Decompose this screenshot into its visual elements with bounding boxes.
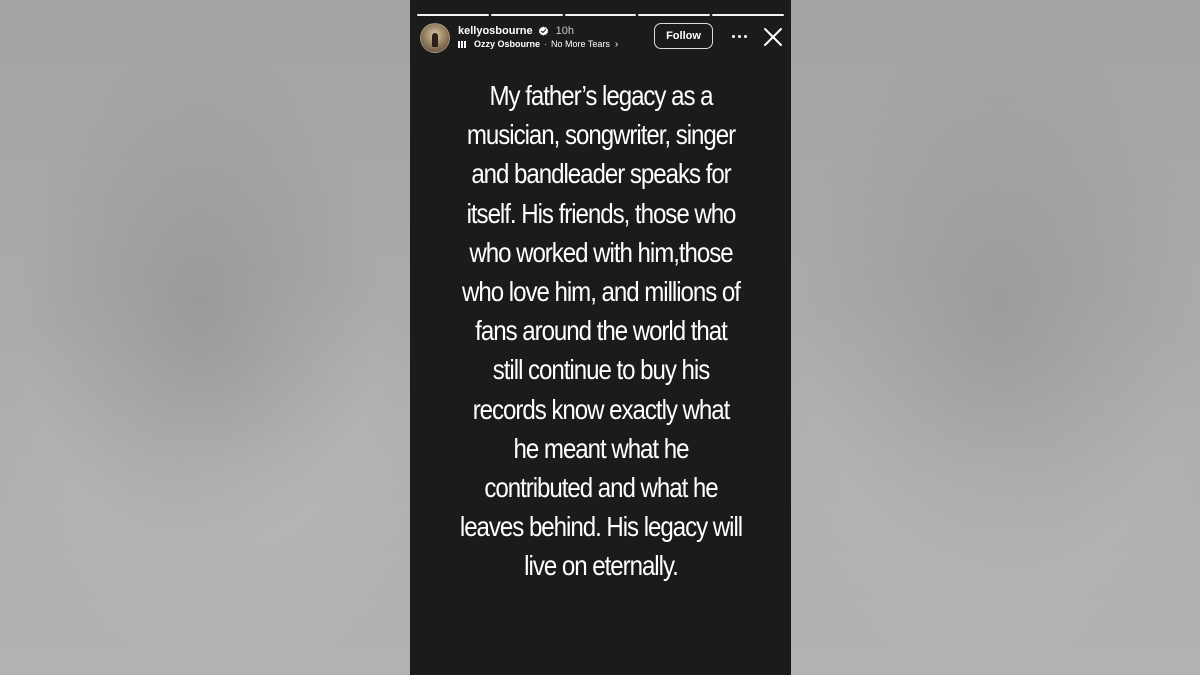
- avatar[interactable]: [420, 23, 450, 53]
- music-artist: Ozzy Osbourne: [474, 39, 541, 49]
- story-text-line: he meant what he: [513, 432, 690, 464]
- progress-segment: [490, 14, 563, 16]
- progress-segment: [417, 14, 489, 16]
- story-text-line: and bandleader speaks for: [471, 158, 731, 190]
- music-song-title: No More Tears: [551, 39, 610, 49]
- chevron-right-icon: ›: [614, 38, 619, 50]
- story-text-line: musician, songwriter, singer: [466, 119, 736, 151]
- progress-segment-current: [712, 14, 784, 16]
- story-text: My father’s legacy as a musician, songwr…: [449, 76, 753, 586]
- story-text-line: My father’s legacy as a: [489, 80, 714, 111]
- story-text-line: who love him, and millions of: [462, 276, 741, 308]
- timestamp: 10h: [555, 25, 574, 37]
- music-sticker[interactable]: Ozzy Osbourne · No More Tears ›: [458, 38, 618, 50]
- story-viewer[interactable]: kellyosbourne 10h Ozzy Osbourne · No Mor…: [410, 0, 791, 675]
- story-progress-bar: [417, 14, 784, 16]
- music-separator: ·: [544, 39, 548, 49]
- story-text-line: fans around the world that: [475, 315, 728, 347]
- close-icon[interactable]: [762, 26, 784, 48]
- story-text-line: leaves behind. His legacy will: [459, 511, 743, 543]
- story-text-line: records know exactly what: [472, 393, 731, 425]
- verified-badge-icon: [538, 25, 548, 36]
- story-text-line: who worked with him,those: [469, 236, 733, 268]
- story-text-line: itself. His friends, those who: [466, 197, 737, 229]
- story-text-line: still continue to buy his: [492, 354, 711, 386]
- username[interactable]: kellyosbourne: [458, 25, 533, 37]
- music-bars-icon: [458, 40, 468, 48]
- progress-segment: [564, 14, 637, 16]
- story-text-line: live on eternally.: [524, 550, 679, 582]
- story-header: kellyosbourne 10h: [458, 24, 574, 38]
- story-text-line: contributed and what he: [484, 472, 718, 504]
- follow-button[interactable]: Follow: [654, 23, 713, 49]
- progress-segment: [638, 14, 711, 16]
- more-options-icon[interactable]: [728, 27, 750, 45]
- avatar-figure: [432, 33, 438, 47]
